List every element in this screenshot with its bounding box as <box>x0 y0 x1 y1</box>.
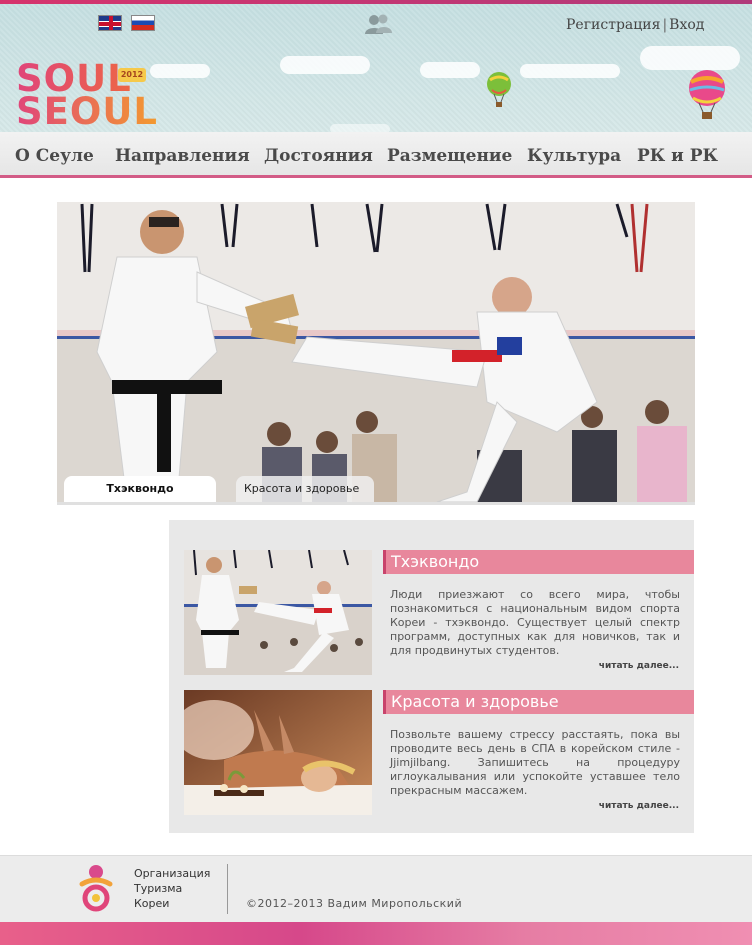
taekwondo-photo <box>57 202 695 502</box>
article-thumbnail[interactable] <box>184 690 372 815</box>
copyright-text: ©2012–2013 Вадим Миропольский <box>246 897 463 910</box>
article-text: Позвольте вашему стрессу расстаять, пока… <box>390 728 680 797</box>
nav-item-rk-rk[interactable]: РК и РК <box>637 146 718 166</box>
auth-links: Регистрация | Вход <box>566 17 704 33</box>
cloud-decoration <box>420 62 480 78</box>
org-name-line: Кореи <box>134 897 170 910</box>
article-text: Люди приезжают со всего мира, чтобы позн… <box>390 588 680 657</box>
articles-panel: Тхэквондо Люди приезжают со всего мира, … <box>169 520 694 833</box>
auth-separator: | <box>662 17 668 33</box>
nav-item-about-seoul[interactable]: О Сеуле <box>15 146 94 166</box>
read-more-link[interactable]: читать далее... <box>599 661 679 671</box>
footer-divider <box>227 864 228 914</box>
logo-line2: SEOUL <box>16 90 158 132</box>
slider-tab-beauty-health[interactable]: Красота и здоровье <box>236 476 374 502</box>
register-link[interactable]: Регистрация <box>566 17 660 33</box>
cloud-decoration <box>520 64 620 78</box>
nav-item-directions[interactable]: Направления <box>115 146 250 166</box>
main-navigation: О Сеуле Направления Достояния Размещение… <box>0 132 752 178</box>
site-header: Регистрация | Вход SOUL SEOUL 2012 <box>0 4 752 132</box>
ru-flag-icon[interactable] <box>131 15 155 31</box>
article-title[interactable]: Тхэквондо <box>391 552 479 571</box>
article-title-bar: Тхэквондо <box>383 550 694 574</box>
cloud-decoration <box>640 46 740 70</box>
organization-name: Организация Туризма Кореи <box>134 866 210 911</box>
slider-bottom-bar <box>57 502 695 505</box>
users-icon[interactable] <box>363 13 393 35</box>
bottom-accent-stripe <box>0 922 752 945</box>
nav-item-accommodation[interactable]: Размещение <box>387 146 512 166</box>
org-name-line: Туризма <box>134 882 183 895</box>
article-title-bar: Красота и здоровье <box>383 690 694 714</box>
slider-tab-taekwondo[interactable]: Тхэквондо <box>64 476 216 502</box>
cloud-decoration <box>330 124 390 132</box>
nav-item-culture[interactable]: Культура <box>527 146 621 166</box>
article-card: Красота и здоровье Позвольте вашему стре… <box>184 690 694 815</box>
cloud-decoration <box>150 64 210 78</box>
uk-flag-icon[interactable] <box>98 15 122 31</box>
massage-thumbnail-image <box>184 690 372 815</box>
login-link[interactable]: Вход <box>669 17 704 33</box>
hot-air-balloon-icon <box>487 72 511 107</box>
hot-air-balloon-icon <box>689 70 725 119</box>
logo-badge: 2012 <box>118 68 146 82</box>
site-footer: Организация Туризма Кореи ©2012–2013 Вад… <box>0 855 752 922</box>
taekwondo-thumbnail-image <box>184 550 372 675</box>
featured-slider-image[interactable] <box>57 202 695 502</box>
article-card: Тхэквондо Люди приезжают со всего мира, … <box>184 550 694 675</box>
org-name-line: Организация <box>134 867 211 880</box>
article-title[interactable]: Красота и здоровье <box>391 692 559 711</box>
read-more-link[interactable]: читать далее... <box>599 801 679 811</box>
nav-item-heritage[interactable]: Достояния <box>264 146 373 166</box>
tourism-organization-logo-icon[interactable] <box>76 862 116 914</box>
article-thumbnail[interactable] <box>184 550 372 675</box>
cloud-decoration <box>280 56 370 74</box>
